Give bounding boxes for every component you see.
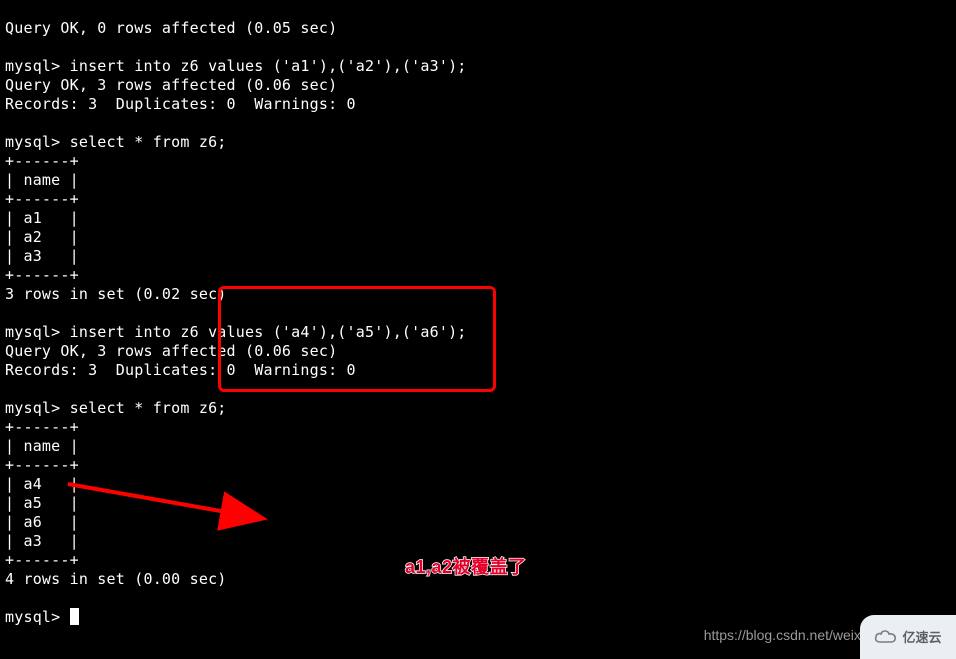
watermark-logo-text: 亿速云: [902, 628, 941, 647]
terminal-line: | a2 |: [5, 228, 79, 246]
terminal-output[interactable]: Query OK, 0 rows affected (0.05 sec) mys…: [0, 0, 956, 627]
watermark-logo: 亿速云: [860, 615, 956, 659]
terminal-line: +------+: [5, 266, 79, 284]
terminal-line: +------+: [5, 418, 79, 436]
terminal-line: Records: 3 Duplicates: 0 Warnings: 0: [5, 361, 356, 379]
annotation-text: a1,a2被覆盖了: [405, 558, 527, 577]
terminal-line: mysql> insert into z6 values ('a4'),('a5…: [5, 323, 467, 341]
terminal-line: mysql> insert into z6 values ('a1'),('a2…: [5, 57, 467, 75]
terminal-line: Records: 3 Duplicates: 0 Warnings: 0: [5, 95, 356, 113]
terminal-line: | a1 |: [5, 209, 79, 227]
terminal-line: mysql> select * from z6;: [5, 399, 227, 417]
terminal-line: 3 rows in set (0.02 sec): [5, 285, 227, 303]
terminal-line: +------+: [5, 190, 79, 208]
cursor-icon: [70, 608, 79, 625]
terminal-line: | a3 |: [5, 532, 79, 550]
terminal-line: Query OK, 0 rows affected (0.05 sec): [5, 19, 337, 37]
terminal-prompt[interactable]: mysql>: [5, 608, 70, 626]
terminal-line: +------+: [5, 456, 79, 474]
terminal-line: | name |: [5, 437, 79, 455]
terminal-line: | a4 |: [5, 475, 79, 493]
cloud-icon: [874, 628, 898, 647]
watermark-url: https://blog.csdn.net/weixi: [704, 626, 864, 645]
terminal-line: +------+: [5, 551, 79, 569]
terminal-line: Query OK, 3 rows affected (0.06 sec): [5, 76, 337, 94]
terminal-line: Query OK, 3 rows affected (0.06 sec): [5, 342, 337, 360]
terminal-line: 4 rows in set (0.00 sec): [5, 570, 227, 588]
terminal-line: mysql> select * from z6;: [5, 133, 227, 151]
terminal-line: +------+: [5, 152, 79, 170]
terminal-line: | name |: [5, 171, 79, 189]
terminal-line: | a6 |: [5, 513, 79, 531]
terminal-line: | a5 |: [5, 494, 79, 512]
terminal-line: | a3 |: [5, 247, 79, 265]
